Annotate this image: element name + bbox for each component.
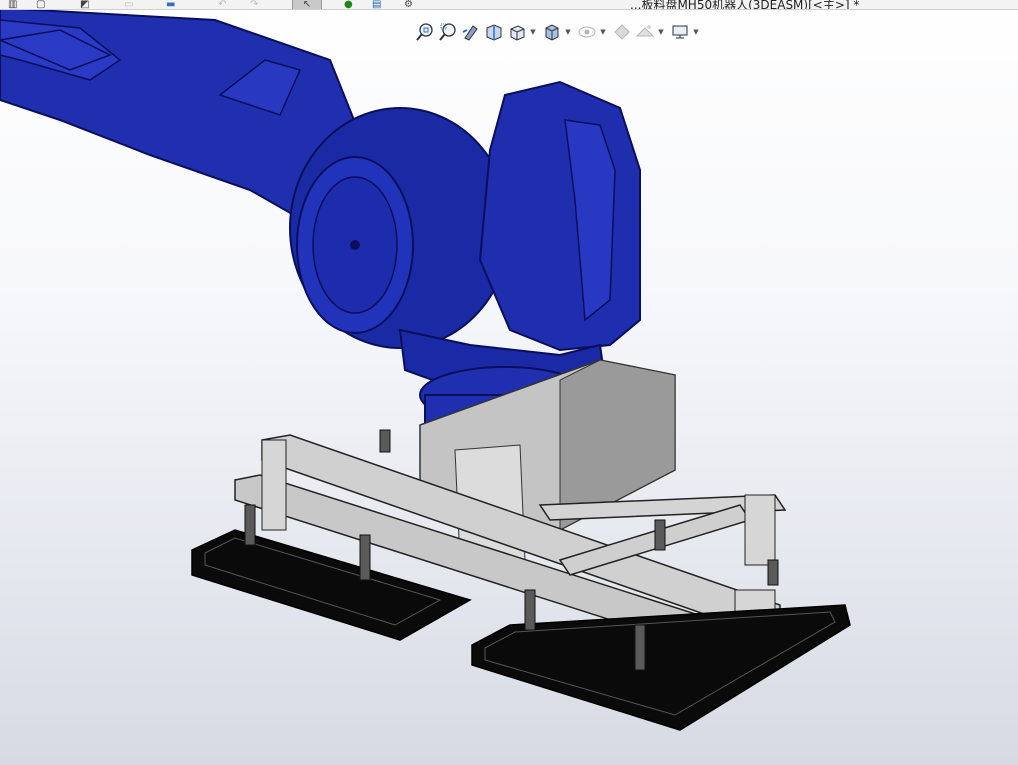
apply-scene-dropdown-icon: ▼	[658, 28, 664, 36]
edit-appearance-icon	[611, 21, 633, 43]
disabled-icon: ▭	[124, 0, 134, 10]
graphics-viewport[interactable]: ▥ ▢ ◩ ▭ ▬ ↶ ↷ ↖ ● ▤ ⚙ ...板料盘MH50机器人(3DEA…	[0, 0, 1018, 765]
grid-icon[interactable]: ▥	[8, 0, 17, 9]
sketch-icon[interactable]: ◩	[80, 0, 89, 9]
section-view-icon[interactable]	[483, 21, 505, 43]
hide-show-dropdown-icon: ▼	[600, 28, 606, 36]
print-icon[interactable]: ▬	[166, 0, 175, 9]
new-document-icon[interactable]: ▢	[36, 0, 45, 9]
document-title: ...板料盘MH50机器人(3DEASM)[<主>] *	[630, 0, 860, 10]
view-settings-icon[interactable]	[669, 21, 691, 43]
display-style-dropdown-icon[interactable]: ▼	[564, 21, 572, 43]
command-toolbar: ▥ ▢ ◩ ▭ ▬ ↶ ↷ ↖ ● ▤ ⚙ ...板料盘MH50机器人(3DEA…	[0, 0, 1018, 10]
zoom-to-fit-icon[interactable]	[414, 21, 436, 43]
select-arrow-icon[interactable]: ↖	[292, 0, 322, 9]
robot-elbow-joint[interactable]	[289, 107, 511, 349]
view-orientation-dropdown-icon[interactable]: ▼	[529, 21, 537, 43]
rebuild-icon[interactable]: ●	[344, 0, 353, 9]
apply-scene-icon	[634, 21, 656, 43]
zoom-to-area-icon[interactable]	[437, 21, 459, 43]
display-style-icon[interactable]	[541, 21, 563, 43]
heads-up-view-toolbar: ▼ ▼ ▼ ▼ ▼	[414, 20, 704, 44]
previous-view-icon[interactable]	[460, 21, 482, 43]
view-settings-dropdown-icon[interactable]: ▼	[692, 21, 700, 43]
view-orientation-icon[interactable]	[506, 21, 528, 43]
redo-icon[interactable]: ↷	[250, 0, 258, 9]
hide-show-items-icon	[576, 21, 598, 43]
file-properties-icon[interactable]: ▤	[372, 0, 381, 9]
assembly-model-scene[interactable]	[0, 0, 1018, 765]
undo-icon[interactable]: ↶	[218, 0, 226, 9]
options-gear-icon[interactable]: ⚙	[404, 0, 413, 9]
